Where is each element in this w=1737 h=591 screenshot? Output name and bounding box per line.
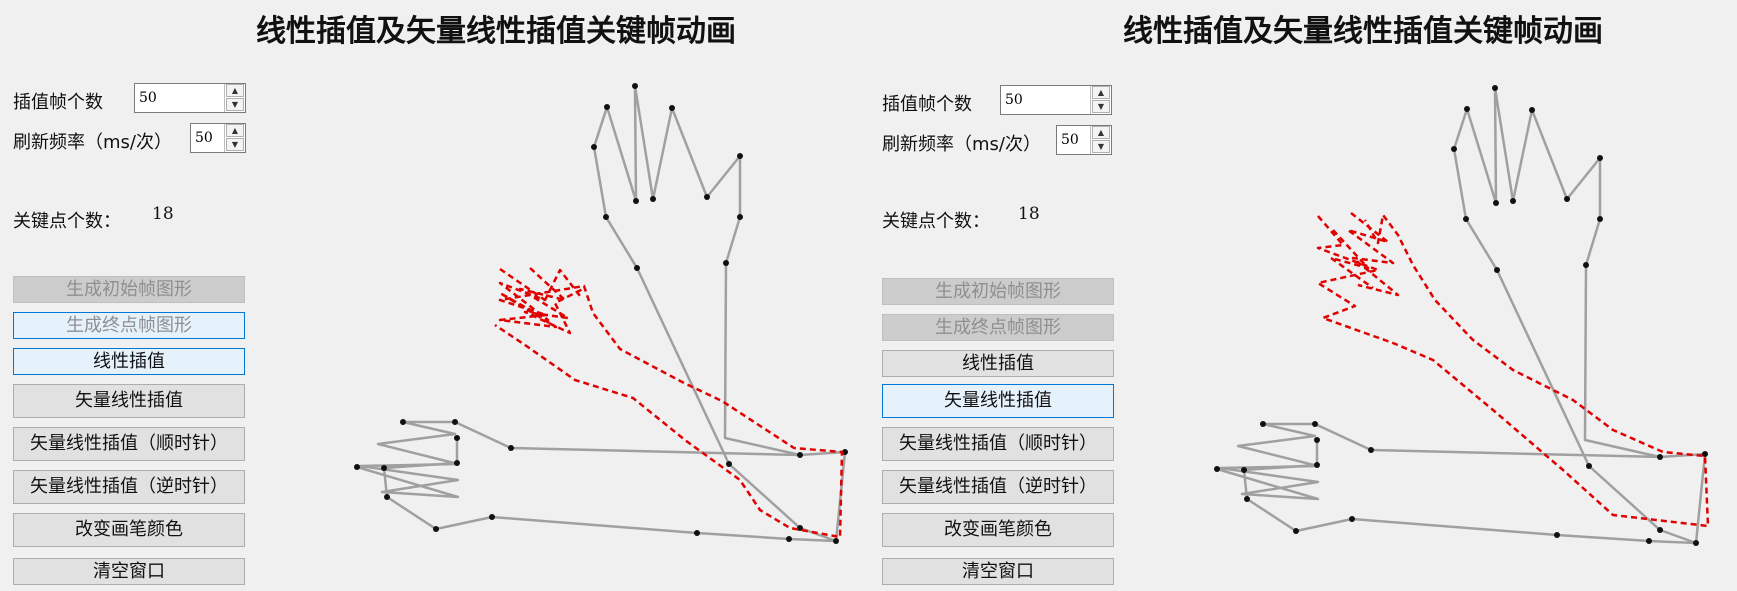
- start-frame-shape: [356, 84, 847, 543]
- left-window: 线性插值及矢量线性插值关键帧动画 插值帧个数 ▲ ▼ 刷新频率（ms/次） ▲ …: [0, 0, 870, 591]
- right-window: 线性插值及矢量线性插值关键帧动画 插值帧个数 ▲ ▼ 刷新频率（ms/次） ▲ …: [873, 0, 1737, 591]
- drawing-canvas: [354, 83, 848, 544]
- start-frame-shape: [1216, 86, 1707, 545]
- interpolated-frame: [1316, 212, 1710, 528]
- interpolated-frame: [494, 267, 844, 539]
- drawing-canvas: [1214, 85, 1710, 546]
